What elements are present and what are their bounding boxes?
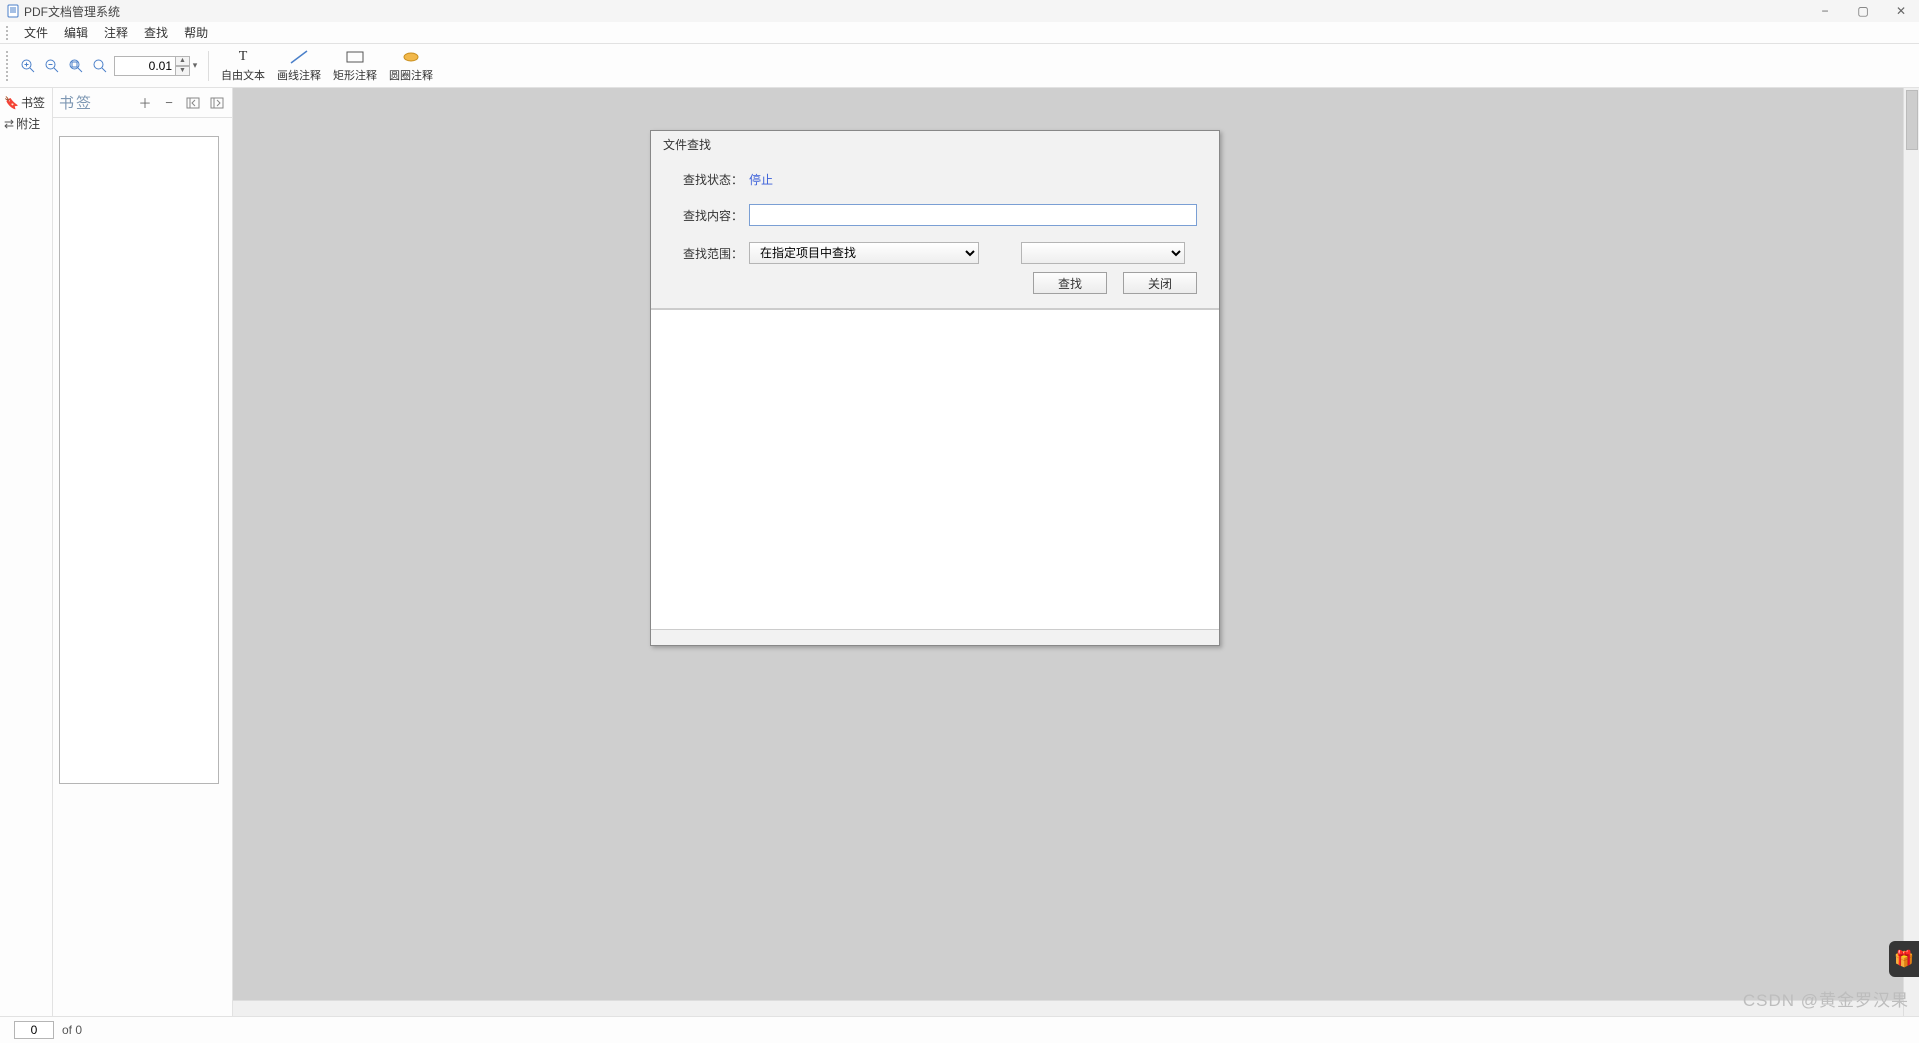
search-project-select[interactable] (1021, 242, 1185, 264)
menubar-grip (6, 26, 12, 40)
page-number-input[interactable] (14, 1021, 54, 1039)
menu-file[interactable]: 文件 (16, 22, 56, 43)
toolbar: ▲ ▼ ▾ T 自由文本 画线注释 矩形注释 圆圈注释 (0, 44, 1919, 88)
thumbnail-box[interactable] (59, 136, 219, 784)
toolbar-grip (6, 51, 12, 81)
dialog-footer (651, 629, 1219, 645)
bookmarks-panel-body (53, 118, 232, 1016)
menu-annotate[interactable]: 注释 (96, 22, 136, 43)
minimize-button[interactable]: − (1815, 4, 1835, 18)
fit-page-icon[interactable] (66, 56, 86, 76)
strip-bookmarks-label: 书签 (21, 94, 45, 111)
line-icon (289, 48, 309, 66)
search-scope-select[interactable]: 在指定项目中查找 (749, 242, 979, 264)
vertical-scrollbar[interactable] (1903, 88, 1919, 1016)
strip-bookmarks[interactable]: 🔖 书签 (0, 92, 52, 113)
file-search-dialog: 文件查找 查找状态： 停止 查找内容： 查找范围： 在指定项目中查找 查找 关闭 (650, 130, 1220, 646)
text-icon: T (239, 48, 248, 66)
menu-bar: 文件 编辑 注释 查找 帮助 (0, 22, 1919, 44)
zoom-in-icon[interactable] (18, 56, 38, 76)
bookmark-collapse-icon[interactable] (184, 94, 202, 112)
tool-rect-annot[interactable]: 矩形注释 (329, 48, 381, 83)
strip-attachments-label: 附注 (16, 115, 40, 132)
bookmark-remove-icon[interactable]: − (160, 94, 178, 112)
ellipse-icon (401, 48, 421, 66)
scrollbar-thumb[interactable] (1906, 90, 1918, 150)
zoom-step-down[interactable]: ▼ (176, 66, 190, 76)
tool-free-text-label: 自由文本 (221, 67, 265, 83)
zoom-step-up[interactable]: ▲ (176, 56, 190, 66)
bookmarks-panel-title: 书签 (59, 92, 93, 113)
zoom-input[interactable] (114, 56, 176, 76)
menu-find[interactable]: 查找 (136, 22, 176, 43)
titlebar: PDF文档管理系统 − ▢ ✕ (0, 0, 1919, 22)
rectangle-icon (345, 48, 365, 66)
status-bar: of 0 (0, 1016, 1919, 1043)
zoom-dropdown-icon[interactable]: ▾ (190, 60, 200, 71)
search-scope-label: 查找范围： (673, 245, 743, 262)
window-controls: − ▢ ✕ (1815, 4, 1911, 18)
bookmark-add-icon[interactable]: ＋ (136, 94, 154, 112)
search-button[interactable]: 查找 (1033, 272, 1107, 294)
tool-free-text[interactable]: T 自由文本 (217, 48, 269, 83)
search-results-list[interactable] (651, 309, 1219, 629)
menu-edit[interactable]: 编辑 (56, 22, 96, 43)
bookmarks-panel: 书签 ＋ − (53, 88, 233, 1016)
close-dialog-button[interactable]: 关闭 (1123, 272, 1197, 294)
toolbar-separator (208, 51, 209, 81)
app-title: PDF文档管理系统 (24, 3, 120, 20)
menu-help[interactable]: 帮助 (176, 22, 216, 43)
left-strip: 🔖 书签 ⇄ 附注 (0, 88, 53, 1016)
bookmark-expand-icon[interactable] (208, 94, 226, 112)
tool-ellipse-annot[interactable]: 圆圈注释 (385, 48, 437, 83)
dialog-title[interactable]: 文件查找 (651, 131, 1219, 157)
tool-ellipse-annot-label: 圆圈注释 (389, 67, 433, 83)
search-content-label: 查找内容： (673, 207, 743, 224)
zoom-input-wrap: ▲ ▼ ▾ (114, 56, 200, 76)
attachment-icon: ⇄ (4, 117, 14, 131)
dialog-body: 查找状态： 停止 查找内容： 查找范围： 在指定项目中查找 查找 关闭 (651, 157, 1219, 309)
tool-line-annot-label: 画线注释 (277, 67, 321, 83)
app-icon (6, 4, 20, 18)
maximize-button[interactable]: ▢ (1853, 4, 1873, 18)
search-state-value: 停止 (749, 171, 773, 188)
page-total-label: of 0 (62, 1023, 82, 1037)
close-button[interactable]: ✕ (1891, 4, 1911, 18)
floating-badge-icon[interactable]: 🎁 (1889, 941, 1919, 977)
horizontal-scrollbar[interactable] (233, 1000, 1903, 1016)
zoom-actual-icon[interactable] (90, 56, 110, 76)
bookmark-icon: 🔖 (4, 96, 19, 110)
tool-line-annot[interactable]: 画线注释 (273, 48, 325, 83)
search-content-input[interactable] (749, 204, 1197, 226)
bookmarks-panel-head: 书签 ＋ − (53, 88, 232, 118)
tool-rect-annot-label: 矩形注释 (333, 67, 377, 83)
zoom-out-icon[interactable] (42, 56, 62, 76)
strip-attachments[interactable]: ⇄ 附注 (0, 113, 52, 134)
search-state-label: 查找状态： (673, 171, 743, 188)
